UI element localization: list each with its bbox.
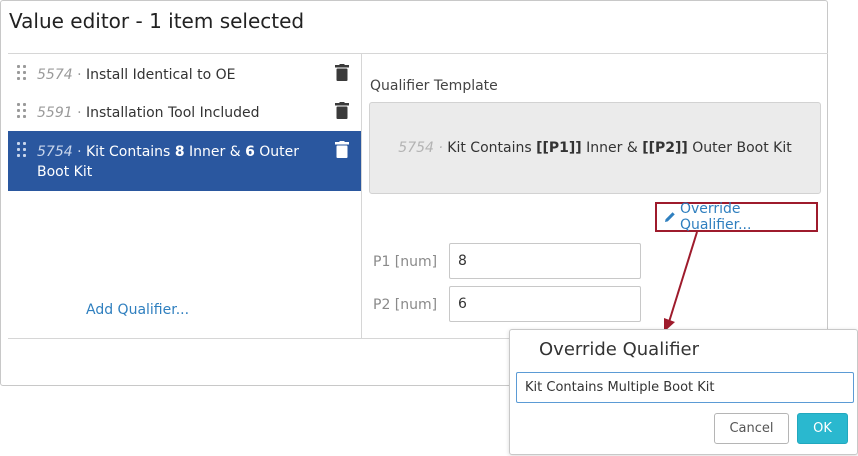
- override-qualifier-label: Override Qualifier...: [679, 201, 752, 233]
- add-qualifier-link[interactable]: Add Qualifier...: [86, 302, 189, 318]
- override-qualifier-popover: Override Qualifier Cancel OK: [509, 329, 858, 455]
- qualifier-separator: ·: [72, 67, 86, 83]
- qualifier-item-selected[interactable]: 5754 · Kit Contains 8 Inner & 6 Outer Bo…: [8, 131, 361, 191]
- qualifier-item[interactable]: 5574 · Install Identical to OE: [8, 54, 361, 92]
- qualifier-text: 5754 · Kit Contains 8 Inner & 6 Outer Bo…: [37, 142, 327, 182]
- qualifier-text: 5574 · Install Identical to OE: [37, 65, 327, 85]
- qualifier-label: Installation Tool Included: [86, 105, 260, 121]
- trash-icon[interactable]: [335, 102, 349, 119]
- template-part: Kit Contains: [447, 140, 537, 156]
- popover-title: Override Qualifier: [539, 339, 700, 360]
- pencil-icon: [664, 212, 675, 222]
- template-label: Qualifier Template: [370, 78, 498, 94]
- qualifier-list: 5574 · Install Identical to OE 5591 · In…: [8, 54, 362, 338]
- template-separator: ·: [433, 140, 448, 156]
- param-value-p1: 8: [174, 144, 185, 160]
- trash-icon[interactable]: [335, 141, 349, 158]
- param-input-p1[interactable]: [449, 243, 641, 279]
- template-box: 5754 · Kit Contains [[P1]] Inner & [[P2]…: [369, 102, 821, 194]
- qualifier-label-part: Kit Contains: [86, 144, 175, 160]
- param-value-p2: 6: [245, 144, 255, 160]
- qualifier-id: 5754: [37, 144, 73, 160]
- drag-handle-icon[interactable]: [17, 65, 27, 81]
- qualifier-id: 5591: [37, 105, 73, 121]
- dialog-title: Value editor - 1 item selected: [9, 9, 305, 33]
- trash-icon[interactable]: [335, 64, 349, 81]
- dialog-body: 5574 · Install Identical to OE 5591 · In…: [8, 53, 828, 339]
- template-placeholder-p1: [[P1]]: [536, 140, 582, 156]
- ok-button[interactable]: OK: [797, 413, 848, 444]
- drag-handle-icon[interactable]: [17, 103, 27, 119]
- template-part: Inner &: [581, 140, 643, 156]
- param-label-p1: P1 [num]: [373, 254, 438, 270]
- qualifier-item[interactable]: 5591 · Installation Tool Included: [8, 92, 361, 130]
- qualifier-separator: ·: [72, 144, 86, 160]
- cancel-button[interactable]: Cancel: [714, 413, 789, 444]
- qualifier-label: Install Identical to OE: [86, 67, 236, 83]
- qualifier-id: 5574: [37, 67, 73, 83]
- qualifier-label-part: Inner &: [184, 144, 246, 160]
- template-part: Outer Boot Kit: [687, 140, 792, 156]
- qualifier-separator: ·: [72, 105, 86, 121]
- override-qualifier-link[interactable]: Override Qualifier...: [655, 201, 818, 233]
- qualifier-detail-pane: Qualifier Template 5754 · Kit Contains […: [362, 54, 828, 338]
- qualifier-text: 5591 · Installation Tool Included: [37, 103, 327, 123]
- template-id: 5754: [398, 140, 434, 156]
- template-placeholder-p2: [[P2]]: [642, 140, 688, 156]
- override-qualifier-input[interactable]: [516, 372, 854, 403]
- param-label-p2: P2 [num]: [373, 297, 438, 313]
- drag-handle-icon[interactable]: [17, 142, 27, 158]
- param-input-p2[interactable]: [449, 286, 641, 322]
